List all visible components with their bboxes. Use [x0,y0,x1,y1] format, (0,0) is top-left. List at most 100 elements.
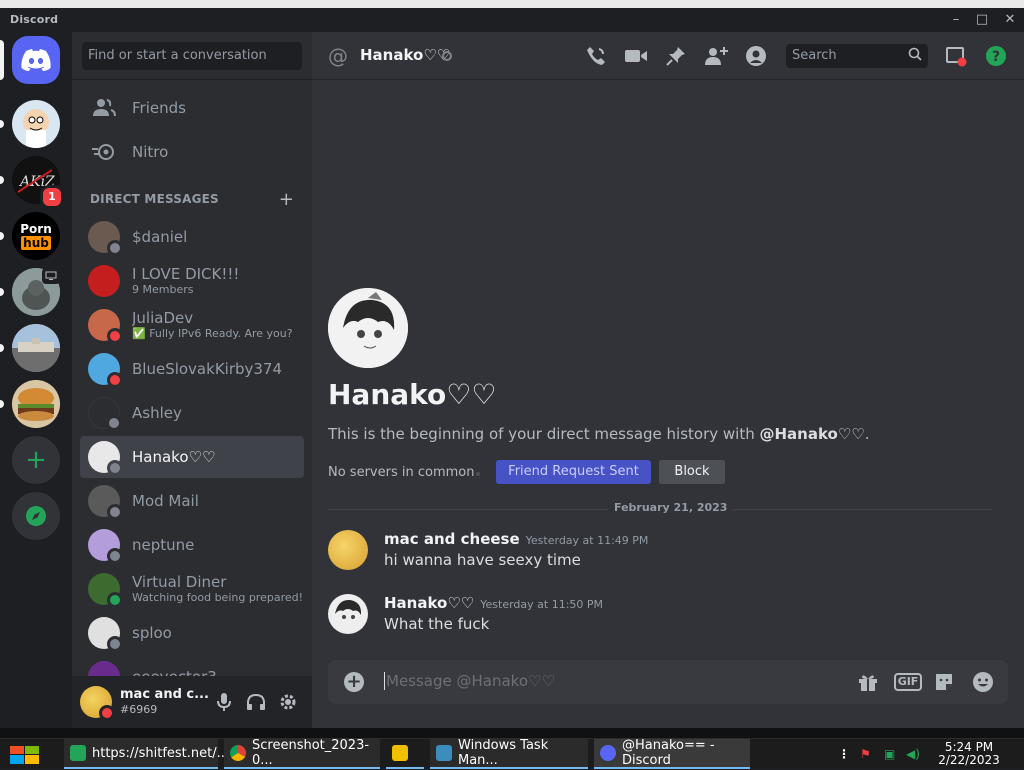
taskbar-app-chrome[interactable]: Screenshot_2023-0... [224,738,380,769]
maximize-button[interactable]: □ [968,10,996,30]
dm-name: eeevector3 [132,668,217,676]
user-profile-icon[interactable] [744,44,768,68]
dm-item[interactable]: eeevector3 [80,656,304,676]
taskbar-app-browser-tab[interactable]: https://shitfest.net/... [64,739,229,769]
system-clock[interactable]: 5:24 PM 2/22/2023 [934,741,1004,767]
mutual-servers-label: No servers in common [328,465,475,480]
add-server-button[interactable]: + [12,436,60,484]
home-indicator [0,40,4,80]
gear-icon[interactable] [276,690,300,714]
emoji-icon[interactable] [971,670,995,694]
server-building[interactable] [12,324,60,372]
status-indicator [107,592,123,608]
find-conversation-button[interactable]: Find or start a conversation [82,42,302,70]
user-panel: mac and c... #6969 [72,676,312,728]
nitro-nav[interactable]: Nitro [80,131,304,173]
task-manager-icon [436,745,452,761]
block-button[interactable]: Block [659,460,725,484]
message-input[interactable]: Message @Hanako♡♡ [384,672,555,690]
dm-name: BlueSlovakKirby374 [132,360,283,378]
user-avatar[interactable] [80,686,115,721]
video-call-icon[interactable] [624,44,648,68]
pin-icon[interactable] [664,44,688,68]
voice-call-icon[interactable] [584,44,608,68]
dm-item[interactable]: Ashley [80,392,304,434]
chat-area: @ Hanako♡♡ Search ? Hanako♡♡ This is the… [312,32,1024,728]
dm-item[interactable]: BlueSlovakKirby374 [80,348,304,390]
server-logo-text: Porn [20,221,52,236]
gif-button[interactable]: GIF [893,670,923,694]
dm-item[interactable]: neptune [80,524,304,566]
friends-nav[interactable]: Friends [80,87,304,129]
server-logo-text: hub [21,235,51,250]
attach-plus-icon[interactable]: + [344,672,364,692]
explore-servers-button[interactable] [12,492,60,540]
server-avatar-icon [12,324,60,372]
server-burger[interactable] [12,380,60,428]
avatar [88,441,123,476]
status-indicator [99,705,115,721]
window-bottom-edge [0,728,1024,738]
search-input[interactable]: Search [786,44,928,68]
dm-subtext: 9 Members [132,283,194,296]
svg-text:?: ? [992,49,1000,65]
tray-overflow-icon[interactable]: ⋮ [838,747,850,761]
message-timestamp: Yesterday at 11:50 PM [480,598,604,611]
dm-sidebar: Find or start a conversation Friends Nit… [72,32,312,676]
friend-request-sent-button[interactable]: Friend Request Sent [496,460,651,484]
status-indicator [107,460,123,476]
dm-item-active[interactable]: Hanako♡♡ [80,436,304,478]
inbox-icon[interactable] [944,44,968,68]
home-button[interactable] [12,36,60,84]
help-icon[interactable]: ? [984,44,1008,68]
welcome-description-user: @Hanako♡♡ [759,425,865,443]
server-family-guy[interactable] [12,100,60,148]
search-placeholder: Search [792,48,837,63]
author-name[interactable]: mac and cheese [384,530,520,548]
dm-item[interactable]: I LOVE DICK!!! 9 Members [80,260,304,302]
dm-item[interactable]: JuliaDev ✅ Fully IPv6 Ready. Are you? [80,304,304,346]
gif-label: GIF [893,673,923,691]
username: mac and c... [120,687,209,702]
author-name[interactable]: Hanako♡♡ [384,594,474,612]
volume-icon[interactable]: ◀) [906,747,920,761]
dm-item[interactable]: sploo [80,612,304,654]
minimize-button[interactable]: – [942,10,970,30]
dm-subtext: ✅ Fully IPv6 Ready. Are you? [132,327,293,340]
status-indicator [107,328,123,344]
unread-indicator [0,176,4,184]
dm-name: Hanako♡♡ [132,448,216,466]
message-timestamp: Yesterday at 11:49 PM [525,534,649,547]
taskbar-app-task-manager[interactable]: Windows Task Man... [430,738,588,769]
dm-item[interactable]: $daniel [80,216,304,258]
message-avatar[interactable] [328,594,368,634]
message-avatar[interactable] [328,530,368,570]
close-button[interactable]: ✕ [996,10,1024,30]
microphone-icon[interactable] [212,690,236,714]
action-center-flag-icon[interactable]: ⚑ [860,747,871,761]
add-friend-icon[interactable] [704,44,728,68]
nitro-label: Nitro [132,143,169,161]
create-dm-button[interactable]: + [279,189,294,210]
taskbar-app-label: Windows Task Man... [458,738,549,768]
direct-messages-label: DIRECT MESSAGES [90,192,219,206]
network-icon[interactable]: ▣ [884,747,895,761]
unread-indicator [0,288,4,296]
gift-icon[interactable] [856,670,880,694]
taskbar-app-explorer[interactable] [386,739,424,769]
server-porn-hub[interactable]: Porn hub [12,212,60,260]
plus-icon: + [25,445,47,475]
channel-title[interactable]: Hanako♡♡ [360,46,450,64]
sticker-icon[interactable] [932,670,956,694]
discord-logo-icon [21,49,51,71]
dm-item[interactable]: Mod Mail [80,480,304,522]
user-info[interactable]: mac and c... #6969 [120,687,209,717]
start-button[interactable] [8,744,44,766]
taskbar-app-discord[interactable]: @Hanako== - Discord [594,738,750,769]
status-indicator [107,372,123,388]
clock-date: 2/22/2023 [938,753,1000,767]
headphones-icon[interactable] [244,690,268,714]
dm-name: sploo [132,624,172,642]
unread-indicator [0,344,4,352]
dm-item[interactable]: Virtual Diner Watching food being prepare… [80,568,304,610]
